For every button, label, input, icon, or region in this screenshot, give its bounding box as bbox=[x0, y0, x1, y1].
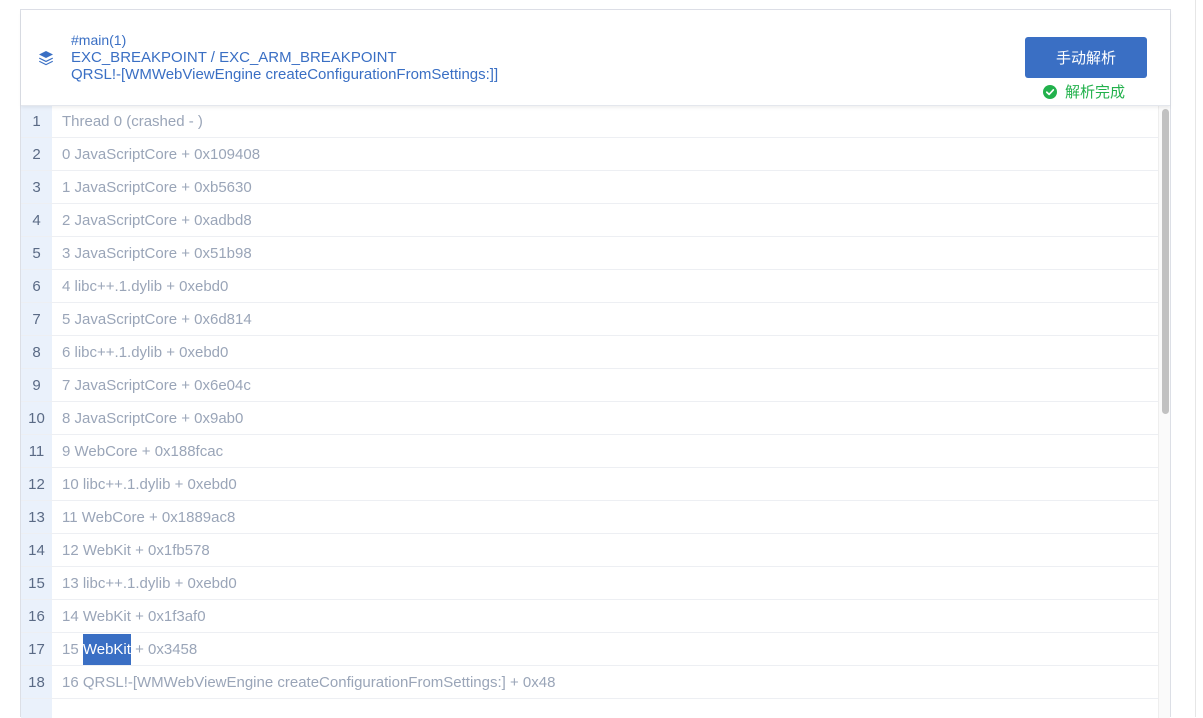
thread-name: #main(1) bbox=[71, 32, 127, 48]
line-text[interactable]: 2 JavaScriptCore + 0xadbd8 bbox=[52, 204, 252, 236]
line-number: 6 bbox=[21, 270, 52, 302]
line-number: 8 bbox=[21, 336, 52, 368]
page-divider bbox=[1195, 0, 1196, 717]
line-number: 13 bbox=[21, 501, 52, 533]
crash-function: QRSL!-[WMWebViewEngine createConfigurati… bbox=[71, 66, 499, 83]
line-number: 17 bbox=[21, 633, 52, 665]
code-line: 14 12 WebKit + 0x1fb578 bbox=[21, 534, 1158, 567]
line-text[interactable]: 12 WebKit + 0x1fb578 bbox=[52, 534, 210, 566]
parse-status-label: 解析完成 bbox=[1065, 83, 1126, 101]
exception-type: EXC_BREAKPOINT / EXC_ARM_BREAKPOINT bbox=[71, 49, 397, 66]
code-line: 75 JavaScriptCore + 0x6d814 bbox=[21, 303, 1158, 336]
line-number: 10 bbox=[21, 402, 52, 434]
code-line: 1 Thread 0 (crashed - ) bbox=[21, 105, 1158, 138]
line-text[interactable]: 1 JavaScriptCore + 0xb5630 bbox=[52, 171, 252, 203]
code-line: 20 JavaScriptCore + 0x109408 bbox=[21, 138, 1158, 171]
check-circle-icon bbox=[1043, 85, 1057, 99]
line-number: 14 bbox=[21, 534, 52, 566]
code-line: 15 13 libc++.1.dylib + 0xebd0 bbox=[21, 567, 1158, 600]
code-line: 16 14 WebKit + 0x1f3af0 bbox=[21, 600, 1158, 633]
line-number: 4 bbox=[21, 204, 52, 236]
code-line: 31 JavaScriptCore + 0xb5630 bbox=[21, 171, 1158, 204]
code-line: 18 16 QRSL!-[WMWebViewEngine createConfig… bbox=[21, 666, 1158, 699]
line-text[interactable]: 11 WebCore + 0x1889ac8 bbox=[52, 501, 235, 533]
line-number: 12 bbox=[21, 468, 52, 500]
code-line: 64 libc++.1.dylib + 0xebd0 bbox=[21, 270, 1158, 303]
line-text[interactable]: 13 libc++.1.dylib + 0xebd0 bbox=[52, 567, 237, 599]
crash-summary: #main(1) EXC_BREAKPOINT / EXC_ARM_BREAKP… bbox=[71, 32, 498, 83]
layers-icon bbox=[37, 49, 55, 67]
line-number: 7 bbox=[21, 303, 52, 335]
code-line: 97 JavaScriptCore + 0x6e04c bbox=[21, 369, 1158, 402]
code-line: 86 libc++.1.dylib + 0xebd0 bbox=[21, 336, 1158, 369]
line-text[interactable]: 16 QRSL!-[WMWebViewEngine createConfigur… bbox=[52, 666, 555, 698]
line-number: 16 bbox=[21, 600, 52, 632]
line-text[interactable]: 9 WebCore + 0x188fcac bbox=[52, 435, 223, 467]
line-number: 9 bbox=[21, 369, 52, 401]
line-text[interactable]: Thread 0 (crashed - ) bbox=[52, 105, 203, 137]
line-text[interactable]: 3 JavaScriptCore + 0x51b98 bbox=[52, 237, 252, 269]
line-text[interactable]: 7 JavaScriptCore + 0x6e04c bbox=[52, 369, 251, 401]
line-number: 3 bbox=[21, 171, 52, 203]
line-text[interactable]: 4 libc++.1.dylib + 0xebd0 bbox=[52, 270, 228, 302]
line-text-after-selection: + 0x3458 bbox=[130, 641, 198, 658]
code-line: 17 15 WebKit + 0x3458 bbox=[21, 633, 1158, 666]
line-number: 5 bbox=[21, 237, 52, 269]
code-line: 11 9 WebCore + 0x188fcac bbox=[21, 435, 1158, 468]
line-text[interactable]: 5 JavaScriptCore + 0x6d814 bbox=[52, 303, 252, 335]
crash-header: #main(1) EXC_BREAKPOINT / EXC_ARM_BREAKP… bbox=[21, 10, 1170, 106]
line-text[interactable]: 10 libc++.1.dylib + 0xebd0 bbox=[52, 468, 237, 500]
line-number: 1 bbox=[21, 105, 52, 137]
scrollbar-thumb[interactable] bbox=[1162, 109, 1169, 414]
line-number: 15 bbox=[21, 567, 52, 599]
line-number: 2 bbox=[21, 138, 52, 170]
code-line: 10 8 JavaScriptCore + 0x9ab0 bbox=[21, 402, 1158, 435]
manual-parse-button[interactable]: 手动解析 bbox=[1025, 37, 1147, 78]
line-text[interactable]: 0 JavaScriptCore + 0x109408 bbox=[52, 138, 260, 170]
stack-trace-lines: 1 Thread 0 (crashed - ) 2 0 JavaScriptCore … bbox=[21, 105, 1158, 699]
line-text[interactable]: 6 libc++.1.dylib + 0xebd0 bbox=[52, 336, 228, 368]
code-line: 53 JavaScriptCore + 0x51b98 bbox=[21, 237, 1158, 270]
vertical-scrollbar[interactable] bbox=[1158, 105, 1170, 718]
code-line: 12 10 libc++.1.dylib + 0xebd0 bbox=[21, 468, 1158, 501]
stack-trace-viewer[interactable]: 1 Thread 0 (crashed - ) 2 0 JavaScriptCore … bbox=[21, 105, 1170, 718]
code-line: 42 JavaScriptCore + 0xadbd8 bbox=[21, 204, 1158, 237]
line-text[interactable]: 14 WebKit + 0x1f3af0 bbox=[52, 600, 206, 632]
line-text[interactable]: 8 JavaScriptCore + 0x9ab0 bbox=[52, 402, 243, 434]
selected-text[interactable]: WebKit bbox=[82, 634, 131, 665]
code-line: 13 11 WebCore + 0x1889ac8 bbox=[21, 501, 1158, 534]
line-text-before-selection: 15 bbox=[62, 641, 83, 658]
line-number: 18 bbox=[21, 666, 52, 698]
line-number: 11 bbox=[21, 435, 52, 467]
line-text[interactable]: 15 WebKit + 0x3458 bbox=[52, 633, 197, 665]
parse-status: 解析完成 bbox=[1043, 83, 1125, 101]
crash-stack-panel: #main(1) EXC_BREAKPOINT / EXC_ARM_BREAKP… bbox=[20, 9, 1171, 718]
